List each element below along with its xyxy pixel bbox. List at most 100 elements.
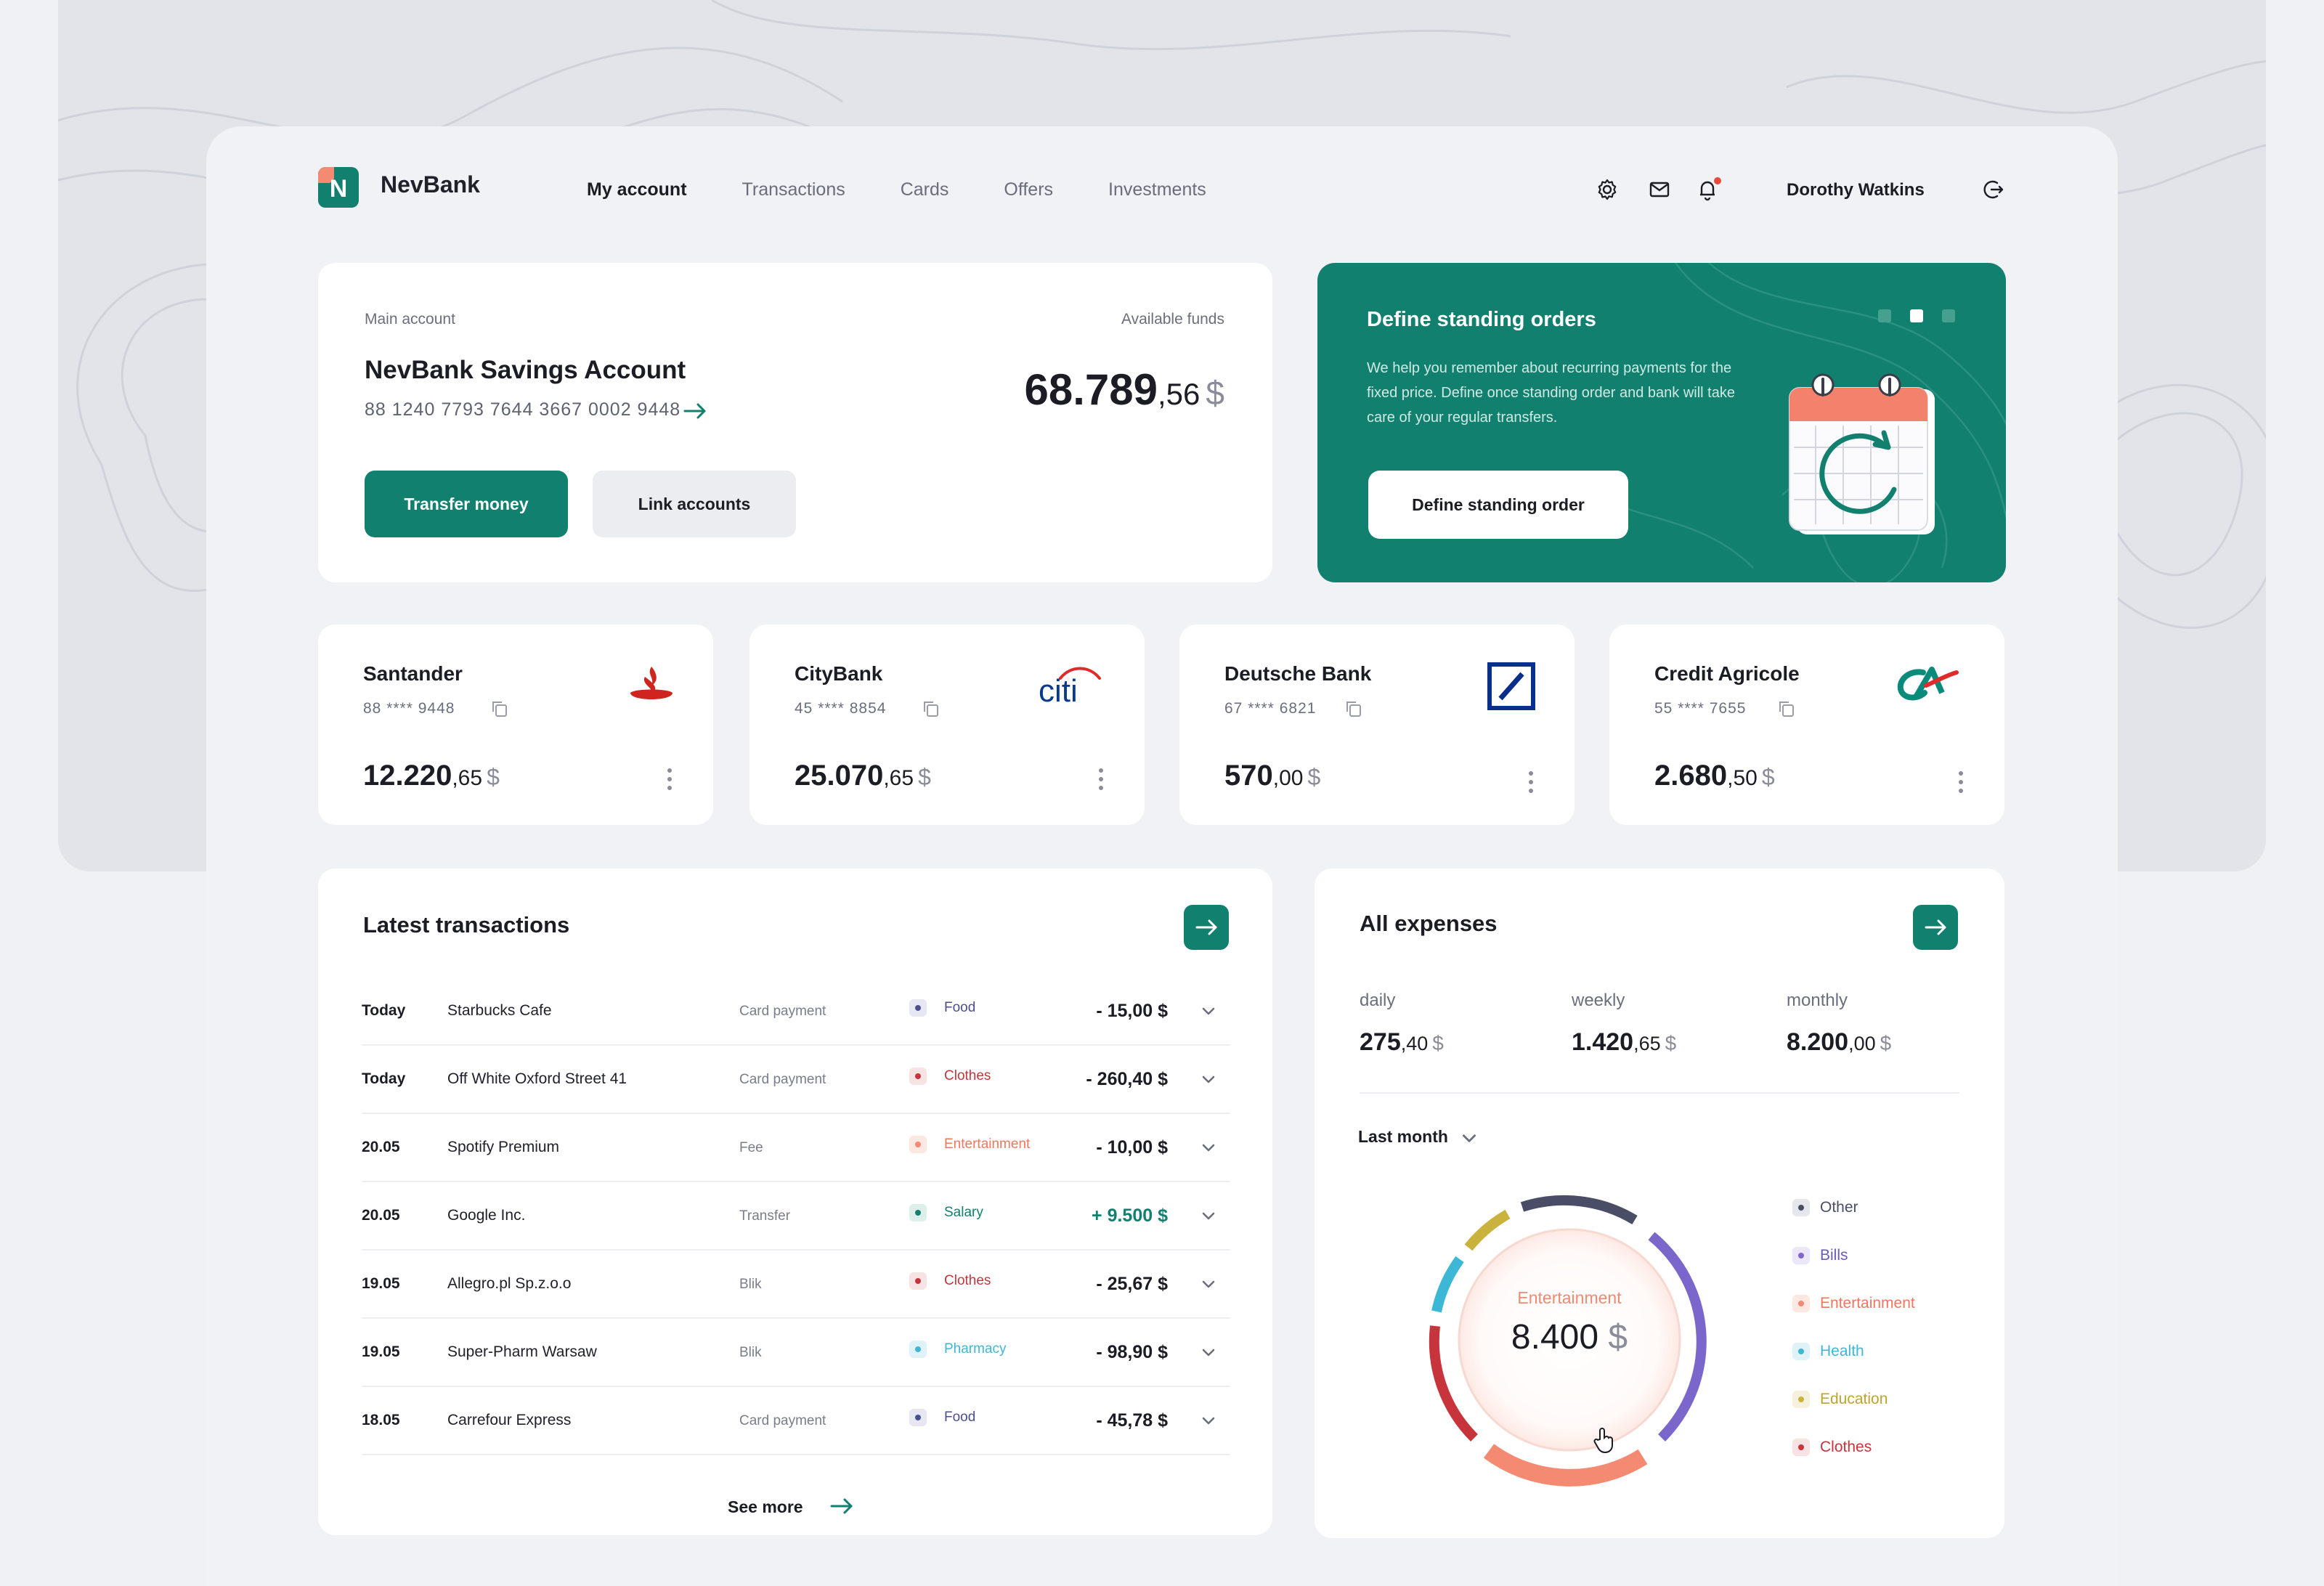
chevron-down-icon[interactable]: [1200, 1002, 1217, 1020]
main-account-label: Main account: [365, 311, 455, 328]
amount-cents: ,56: [1158, 377, 1200, 411]
carousel-dot-1[interactable]: [1878, 309, 1891, 322]
transaction-row[interactable]: 18.05 Carrefour Express Card payment Foo…: [362, 1387, 1230, 1455]
chevron-down-icon[interactable]: [1200, 1343, 1217, 1361]
transfer-money-button[interactable]: Transfer money: [365, 471, 568, 537]
legend-item-education[interactable]: Education: [1792, 1388, 1915, 1410]
transaction-type: Transfer: [739, 1208, 791, 1224]
chevron-down-icon[interactable]: [1200, 1412, 1217, 1429]
chevron-down-icon[interactable]: [1200, 1139, 1217, 1156]
arrow-right-icon[interactable]: [829, 1496, 854, 1516]
main-account-card: Main account Available funds NevBank Sav…: [318, 263, 1272, 582]
chevron-down-icon[interactable]: [1460, 1128, 1479, 1147]
donut-center-label: Entertainment: [1517, 1288, 1622, 1307]
category-dot-icon: [909, 1341, 927, 1358]
transaction-row[interactable]: 19.05 Allegro.pl Sp.z.o.o Blik Clothes -…: [362, 1250, 1230, 1319]
arrow-right-icon[interactable]: [683, 401, 707, 421]
center-value: 8.400: [1511, 1318, 1599, 1357]
copy-icon[interactable]: [1344, 699, 1364, 719]
more-options-icon[interactable]: [1528, 770, 1534, 794]
settings-gear-icon[interactable]: [1595, 177, 1620, 202]
balance-integer: 25.070: [795, 760, 884, 792]
legend-label: Education: [1820, 1391, 1888, 1407]
mail-icon[interactable]: [1647, 177, 1672, 202]
copy-icon[interactable]: [1776, 699, 1797, 719]
period-label: Last month: [1358, 1127, 1448, 1146]
balance-currency: $: [487, 764, 500, 790]
chevron-down-icon[interactable]: [1200, 1207, 1217, 1224]
legend-item-clothes[interactable]: Clothes: [1792, 1436, 1915, 1458]
transaction-row[interactable]: 20.05 Spotify Premium Fee Entertainment …: [362, 1114, 1230, 1182]
transaction-category: Food: [909, 1407, 975, 1428]
bank-balance: 12.220,65 $: [363, 760, 500, 792]
transaction-amount: - 98,90 $: [1096, 1342, 1168, 1362]
monthly-value: 8.200,00 $: [1787, 1028, 1891, 1057]
transaction-amount: - 10,00 $: [1096, 1137, 1168, 1158]
chevron-down-icon[interactable]: [1200, 1070, 1217, 1088]
category-dot-icon: [909, 1136, 927, 1153]
transaction-type: Card payment: [739, 1072, 826, 1087]
legend-item-entertainment[interactable]: Entertainment: [1792, 1293, 1915, 1314]
all-expenses-card: All expenses daily 275,40 $ weekly 1.420,…: [1315, 869, 2004, 1538]
bank-account-number: 67 **** 6821: [1224, 700, 1317, 717]
link-accounts-button[interactable]: Link accounts: [593, 471, 796, 537]
nevbank-logo[interactable]: N: [318, 167, 359, 208]
transaction-category: Salary: [909, 1203, 983, 1223]
more-options-icon[interactable]: [667, 767, 673, 792]
nav-investments[interactable]: Investments: [1108, 179, 1206, 200]
value-integer: 8.200: [1787, 1028, 1849, 1056]
legend-dot-icon: [1792, 1295, 1810, 1312]
bank-card-deutsche-bank[interactable]: Deutsche Bank 67 **** 6821 570,00 $: [1179, 625, 1575, 825]
segment-other[interactable]: [1520, 1195, 1638, 1225]
legend-item-bills[interactable]: Bills: [1792, 1245, 1915, 1266]
transaction-row[interactable]: 20.05 Google Inc. Transfer Salary + 9.50…: [362, 1182, 1230, 1250]
bank-name: Credit Agricole: [1654, 662, 1800, 685]
transaction-name: Google Inc.: [447, 1207, 526, 1224]
transactions-open-button[interactable]: [1184, 905, 1229, 950]
transaction-row[interactable]: Today Off White Oxford Street 41 Card pa…: [362, 1046, 1230, 1114]
transaction-date: 19.05: [362, 1343, 400, 1360]
category-label: Salary: [944, 1205, 983, 1220]
define-standing-order-button[interactable]: Define standing order: [1368, 471, 1628, 539]
nav-my-account[interactable]: My account: [587, 179, 687, 200]
bank-card-credit-agricole[interactable]: Credit Agricole 55 **** 7655 2.680,50 $: [1609, 625, 2004, 825]
value-currency: $: [1665, 1032, 1677, 1054]
copy-icon[interactable]: [921, 699, 941, 719]
transaction-row[interactable]: Today Starbucks Cafe Card payment Food -…: [362, 977, 1230, 1046]
transaction-category: Clothes: [909, 1271, 991, 1291]
bank-balance: 570,00 $: [1224, 760, 1320, 792]
segment-education[interactable]: [1464, 1209, 1511, 1251]
nav-transactions[interactable]: Transactions: [742, 179, 845, 200]
segment-health[interactable]: [1431, 1256, 1464, 1313]
expenses-open-button[interactable]: [1913, 905, 1958, 950]
see-more-link[interactable]: See more: [728, 1497, 803, 1517]
nav-offers[interactable]: Offers: [1004, 179, 1053, 200]
nav-cards[interactable]: Cards: [901, 179, 949, 200]
logout-icon[interactable]: [1981, 177, 2006, 202]
bank-account-number: 55 **** 7655: [1654, 700, 1747, 717]
calendar-recurring-illustration: [1789, 373, 1935, 534]
transaction-category: Pharmacy: [909, 1339, 1007, 1359]
copy-icon[interactable]: [489, 699, 510, 719]
transaction-amount: - 25,67 $: [1096, 1274, 1168, 1294]
transaction-date: 20.05: [362, 1207, 400, 1224]
notification-badge: [1714, 177, 1721, 184]
legend-item-other[interactable]: Other: [1792, 1197, 1915, 1219]
balance-currency: $: [918, 764, 931, 790]
carousel-dot-2[interactable]: [1910, 309, 1923, 322]
transaction-type: Card payment: [739, 1004, 826, 1019]
more-options-icon[interactable]: [1098, 767, 1104, 792]
balance-integer: 12.220: [363, 760, 452, 792]
more-options-icon[interactable]: [1958, 770, 1964, 794]
transaction-amount: - 15,00 $: [1096, 1001, 1168, 1021]
bank-card-citybank[interactable]: CityBank 45 **** 8854 25.070,65 $ citi: [749, 625, 1145, 825]
legend-item-health[interactable]: Health: [1792, 1341, 1915, 1362]
period-select[interactable]: Last month: [1358, 1127, 1448, 1147]
transaction-category: Entertainment: [909, 1134, 1030, 1155]
chevron-down-icon[interactable]: [1200, 1275, 1217, 1293]
bank-card-santander[interactable]: Santander 88 **** 9448 12.220,65 $: [318, 625, 713, 825]
carousel-dot-3[interactable]: [1942, 309, 1955, 322]
segment-entertainment[interactable]: [1483, 1444, 1648, 1487]
transaction-row[interactable]: 19.05 Super-Pharm Warsaw Blik Pharmacy -…: [362, 1319, 1230, 1387]
user-name[interactable]: Dorothy Watkins: [1787, 180, 1925, 200]
